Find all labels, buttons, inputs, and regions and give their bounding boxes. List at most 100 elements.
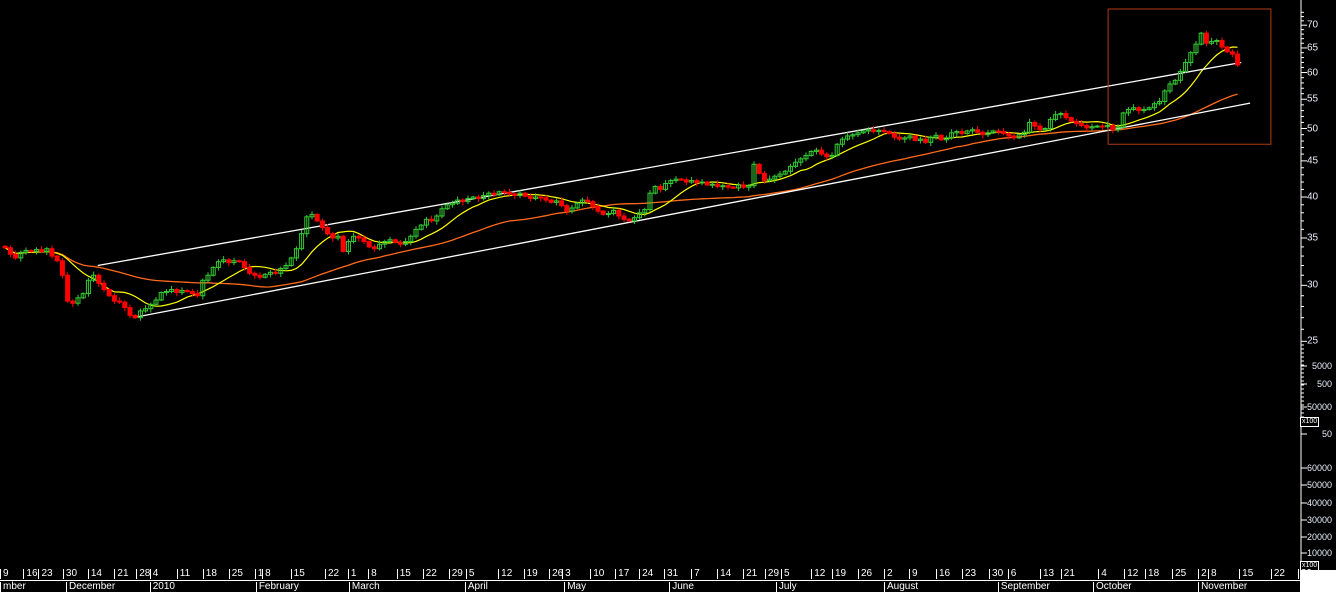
date-tick-label: 25: [228, 569, 243, 579]
candle-down: [1136, 107, 1142, 112]
candle-down: [122, 301, 128, 309]
date-tick-label: 28: [136, 569, 150, 579]
volume-tick-label: 50000: [1306, 480, 1332, 490]
month-label: November: [1198, 582, 1247, 592]
date-tick-label: 5: [781, 569, 790, 579]
candle-down: [184, 289, 190, 293]
candle-down: [273, 271, 279, 274]
month-label: mber: [0, 582, 26, 592]
candle-down: [39, 249, 45, 252]
month-label: August: [884, 582, 918, 592]
candle-down: [366, 241, 372, 248]
date-tick-label: 30: [989, 569, 1003, 579]
candle-down: [507, 191, 513, 195]
candle-down: [28, 250, 34, 253]
price-tick-label: 65: [1307, 42, 1319, 54]
volume-tick-label: 50: [1321, 429, 1332, 439]
candle-down: [1084, 124, 1090, 129]
candle-down: [96, 274, 102, 284]
candle-down: [330, 233, 336, 239]
candle-down: [595, 205, 601, 212]
candle-down: [527, 195, 533, 200]
candle-down: [429, 218, 435, 222]
candle-down: [548, 199, 554, 203]
candle-down: [257, 274, 263, 278]
candle-down: [756, 163, 762, 174]
candle-up: [699, 181, 705, 184]
candle-down: [616, 209, 622, 217]
date-tick-label: 18: [1145, 569, 1159, 579]
price-tick-label: 30: [1307, 279, 1319, 291]
date-tick-label: 2: [884, 569, 893, 579]
candle-down: [106, 288, 112, 297]
candle-down: [694, 180, 700, 184]
date-tick-label: 23: [962, 569, 976, 579]
price-tick-label: 60: [1307, 67, 1319, 79]
unit-multiplier-label: x100: [1300, 417, 1320, 427]
date-tick-label: 24: [639, 569, 653, 579]
date-tick-label: 8: [262, 569, 271, 579]
candle-down: [101, 282, 107, 290]
candle-down: [1224, 46, 1230, 53]
month-label: October: [1093, 582, 1132, 592]
candle-down: [590, 201, 596, 207]
date-tick-label: 26: [549, 569, 563, 579]
month-label: December: [66, 582, 115, 592]
candle-down: [319, 220, 325, 229]
date-axis-divider: [0, 580, 1300, 581]
date-tick-label: 29: [764, 569, 779, 579]
volume-tick-label: 50000: [1306, 402, 1332, 412]
date-tick-label: 1: [347, 569, 356, 579]
candle-down: [314, 213, 320, 222]
price-chart: [2, 0, 1307, 566]
candle-down: [111, 295, 117, 302]
candle-down: [1099, 125, 1105, 128]
date-tick-label: 19: [523, 569, 538, 579]
date-tick-label: 22: [1270, 569, 1285, 579]
candle-down: [741, 184, 747, 188]
date-tick-label: 16: [936, 569, 950, 579]
candle-down: [564, 205, 570, 212]
candle-down: [65, 274, 71, 302]
volume-tick-label: 30000: [1306, 515, 1332, 525]
candle-down: [1006, 132, 1012, 137]
candle-down: [1063, 113, 1069, 119]
volume-tick-label: 40000: [1306, 498, 1332, 508]
candle-down: [559, 200, 565, 207]
date-tick-label: 9: [0, 569, 9, 579]
candle-down: [174, 288, 180, 294]
price-tick-label: 50: [1307, 123, 1319, 134]
candle-down: [995, 130, 1001, 133]
candle-up: [1214, 39, 1220, 42]
volume-tick-label: 5000: [1311, 361, 1332, 371]
candle-down: [460, 199, 466, 203]
candle-down: [761, 172, 767, 182]
candle-down: [715, 183, 721, 187]
candle-down: [980, 131, 986, 136]
candle-down: [881, 129, 887, 133]
date-tick-label: 8: [368, 569, 377, 579]
candle-down: [871, 129, 877, 133]
candle-down: [371, 246, 377, 250]
candle-up: [605, 213, 611, 216]
candle-down: [522, 192, 528, 197]
candle-down: [891, 132, 897, 138]
date-axis: 9 16 23 30 14 21 28 4 11 18 25 1 8 15 22 1 8 15 22 29 5 12 19 2…: [0, 566, 1312, 592]
date-tick-label: 11: [176, 569, 190, 579]
date-tick-label: 4: [149, 569, 158, 579]
month-label: June: [669, 582, 694, 592]
candle-down: [392, 239, 398, 243]
candle-down: [54, 255, 60, 262]
candle-down: [1032, 121, 1038, 127]
candle-down: [1203, 32, 1209, 44]
candle-down: [475, 196, 481, 200]
date-tick-label: 9: [908, 569, 918, 579]
price-tick-label: 55: [1307, 93, 1319, 105]
candle-down: [1079, 123, 1085, 126]
candle-down: [1110, 124, 1116, 131]
upper-channel-trendline: [97, 61, 1242, 267]
candle-down: [938, 134, 944, 141]
candle-down: [975, 129, 981, 133]
date-tick-label: 12: [498, 569, 512, 579]
date-tick-label: 22: [325, 569, 339, 579]
